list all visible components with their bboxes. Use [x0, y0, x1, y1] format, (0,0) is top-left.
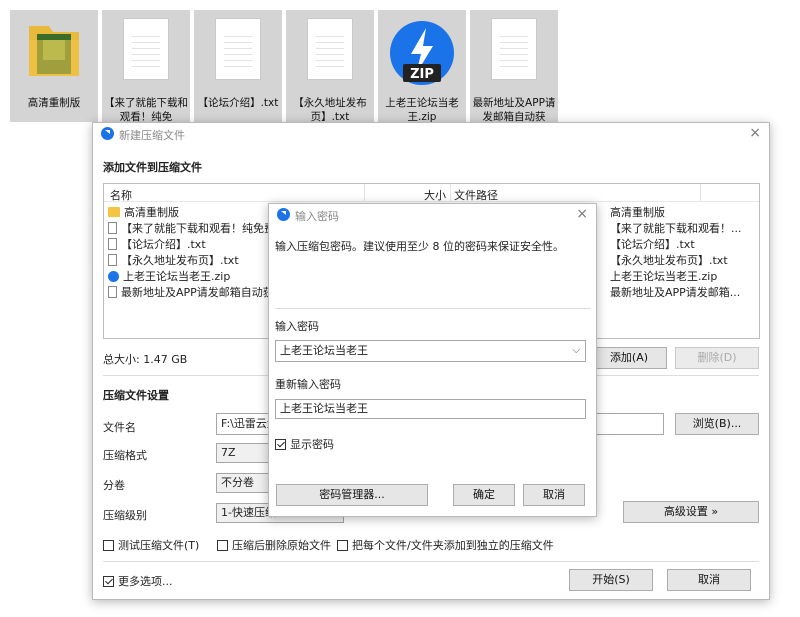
list-path: 上老王论坛当老王.zip [610, 270, 718, 283]
checkbox-box[interactable] [103, 540, 114, 551]
test-archive-checkbox[interactable]: 测试压缩文件(T) [103, 537, 199, 553]
desktop-icon-doc[interactable]: 最新地址及APP请发邮箱自动获 [470, 10, 558, 122]
list-path: 高清重制版 [610, 206, 665, 219]
dialog-title: 输入密码 [295, 210, 339, 223]
separate-archive-checkbox[interactable]: 把每个文件/文件夹添加到独立的压缩文件 [337, 537, 554, 553]
title-bar: 输入密码 × [269, 204, 596, 226]
total-size: 总大小: 1.47 GB [103, 353, 188, 366]
level-label: 压缩级别 [103, 509, 147, 522]
desktop-icon-label: 【论坛介绍】.txt [197, 97, 279, 109]
password-manager-button[interactable]: 密码管理器... [276, 484, 428, 506]
advanced-settings-button[interactable]: 高级设置 » [623, 501, 759, 523]
zip-archive-icon: ZIP [387, 18, 457, 91]
desktop-icon-doc[interactable]: 【论坛介绍】.txt [194, 10, 282, 122]
desktop-icon-label: 【来了就能下载和观看！纯免 [104, 97, 188, 122]
title-bar: 新建压缩文件 × [93, 123, 769, 145]
column-size[interactable]: 大小 [424, 187, 446, 203]
folder-icon [23, 18, 85, 85]
chevron-down-icon[interactable]: ⌵ [572, 341, 580, 361]
column-name[interactable]: 名称 [110, 187, 132, 203]
add-button[interactable]: 添加(A) [591, 347, 667, 369]
desktop-icon-zip[interactable]: ZIP 上老王论坛当老王.zip [378, 10, 466, 122]
text-file-icon [215, 18, 261, 80]
more-options-checkbox[interactable]: 更多选项... [103, 573, 173, 589]
app-logo-icon [101, 127, 114, 140]
text-file-icon [108, 222, 117, 234]
desktop-icon-doc[interactable]: 【永久地址发布页】.txt [286, 10, 374, 122]
password-label: 输入密码 [275, 320, 319, 333]
confirm-password-label: 重新输入密码 [275, 378, 341, 391]
list-item[interactable]: 上老王论坛当老王.zip [108, 269, 230, 285]
delete-after-checkbox[interactable]: 压缩后删除原始文件 [217, 537, 331, 553]
cancel-button[interactable]: 取消 [667, 569, 751, 591]
app-logo-icon [277, 208, 290, 221]
text-file-icon [307, 18, 353, 80]
close-icon[interactable]: × [749, 125, 761, 141]
ok-button[interactable]: 确定 [453, 484, 515, 506]
list-header: 名称 大小 文件路径 [104, 184, 759, 202]
checkbox-box[interactable] [217, 540, 228, 551]
start-button[interactable]: 开始(S) [569, 569, 653, 591]
show-password-checkbox[interactable]: 显示密码 [275, 436, 334, 452]
column-path[interactable]: 文件路径 [454, 187, 498, 203]
list-item[interactable]: 最新地址及APP请发邮箱自动获 [108, 285, 274, 301]
list-path: 最新地址及APP请发邮箱... [610, 286, 741, 299]
list-item[interactable]: 【论坛介绍】.txt [108, 237, 206, 253]
desktop-icon-folder[interactable]: 高清重制版 [10, 10, 98, 122]
checkbox-box[interactable] [275, 439, 286, 450]
text-file-icon [108, 286, 117, 298]
desktop-icon-label: 最新地址及APP请发邮箱自动获 [472, 97, 556, 122]
zip-archive-icon [108, 271, 119, 282]
browse-button[interactable]: 浏览(B)... [675, 413, 759, 435]
split-label: 分卷 [103, 479, 125, 492]
cancel-button[interactable]: 取消 [523, 484, 585, 506]
desktop-icon-label: 高清重制版 [27, 97, 81, 109]
list-item[interactable]: 高清重制版 [108, 205, 179, 221]
settings-title: 压缩文件设置 [103, 389, 169, 402]
desktop-icon-doc[interactable]: 【来了就能下载和观看！纯免 [102, 10, 190, 122]
text-file-icon [108, 254, 117, 266]
list-path: 【永久地址发布页】.txt [610, 254, 728, 267]
folder-icon [108, 207, 120, 217]
checkbox-box[interactable] [337, 540, 348, 551]
format-label: 压缩格式 [103, 449, 147, 462]
password-hint: 输入压缩包密码。建议使用至少 8 位的密码来保证安全性。 [275, 240, 564, 253]
confirm-password-input[interactable]: 上老王论坛当老王 [275, 399, 586, 419]
dialog-title: 新建压缩文件 [119, 129, 185, 142]
list-item[interactable]: 【来了就能下载和观看！纯免费 [108, 221, 275, 237]
desktop-icon-label: 上老王论坛当老王.zip [385, 97, 459, 122]
filename-label: 文件名 [103, 421, 136, 434]
checkbox-box[interactable] [103, 576, 114, 587]
section-title: 添加文件到压缩文件 [103, 161, 202, 174]
zip-badge: ZIP [410, 67, 434, 82]
password-dialog: 输入密码 × 输入压缩包密码。建议使用至少 8 位的密码来保证安全性。 输入密码… [268, 203, 597, 517]
desktop-icon-label: 【永久地址发布页】.txt [293, 97, 367, 122]
list-path: 【来了就能下载和观看！... [610, 222, 742, 235]
list-item[interactable]: 【永久地址发布页】.txt [108, 253, 239, 269]
password-input[interactable]: 上老王论坛当老王 ⌵ [275, 340, 586, 362]
close-icon[interactable]: × [576, 206, 588, 222]
text-file-icon [123, 18, 169, 80]
delete-button[interactable]: 删除(D) [675, 347, 759, 369]
list-path: 【论坛介绍】.txt [610, 238, 695, 251]
text-file-icon [491, 18, 537, 80]
text-file-icon [108, 238, 117, 250]
